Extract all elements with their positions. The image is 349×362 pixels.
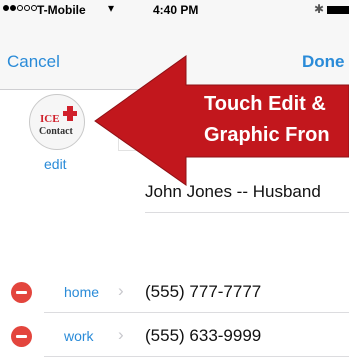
callout-arrow-shape xyxy=(94,55,349,186)
callout-arrow xyxy=(94,55,349,186)
callout-text-line-2: Graphic Fron xyxy=(204,124,330,146)
callout-text-line-1: Touch Edit & xyxy=(204,93,326,115)
